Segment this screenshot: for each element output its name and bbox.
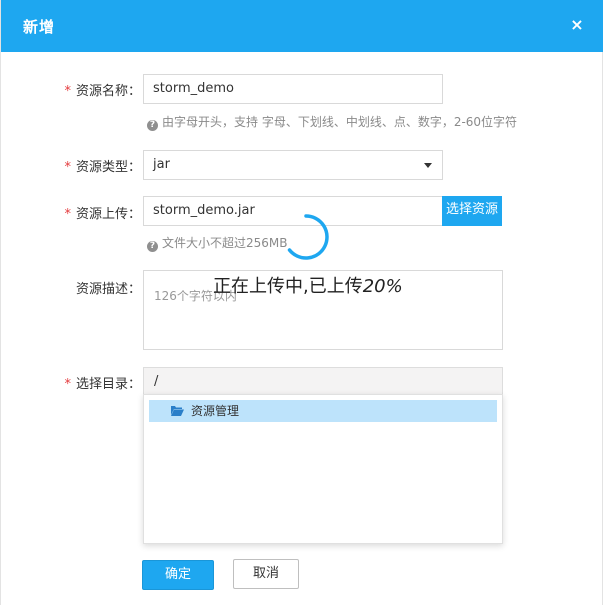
tree-node-label: 资源管理	[191, 404, 240, 418]
name-hint: ? 由字母开头，支持 字母、下划线、中划线、点、数字，2-60位字符	[147, 113, 517, 131]
add-resource-dialog: 新增 × * 资源名称： storm_demo ? 由字母开头，支持 字母、下划线、…	[0, 0, 603, 605]
resource-type-select[interactable]: jar	[143, 150, 443, 180]
required-mark: *	[64, 377, 71, 392]
required-mark: *	[64, 160, 71, 175]
description-label: 资源描述：	[75, 282, 141, 297]
tree-node-resource-management[interactable]: 资源管理	[149, 400, 497, 422]
upload-hint: ? 文件大小不超过256MB	[147, 234, 288, 252]
type-label: * 资源类型：	[64, 160, 141, 175]
loading-spinner-icon	[287, 214, 329, 260]
directory-label: * 选择目录：	[64, 377, 141, 392]
upload-percent: 20%	[362, 276, 403, 297]
question-icon: ?	[147, 120, 158, 131]
dialog-header: 新增 ×	[1, 0, 603, 52]
cancel-button[interactable]: 取消	[233, 559, 299, 589]
folder-open-icon	[171, 406, 184, 416]
directory-tree-panel: 资源管理	[143, 394, 503, 544]
choose-resource-button[interactable]: 选择资源	[442, 196, 502, 226]
resource-name-input[interactable]: storm_demo	[143, 74, 443, 104]
close-icon[interactable]: ×	[570, 16, 584, 34]
directory-select[interactable]: /	[143, 367, 503, 397]
upload-label: * 资源上传：	[64, 207, 141, 222]
question-icon: ?	[147, 241, 158, 252]
dialog-title: 新增	[23, 18, 56, 36]
upload-progress-text: 正在上传中,已上传20%	[213, 276, 403, 297]
required-mark: *	[64, 207, 71, 222]
caret-down-icon	[424, 163, 432, 168]
name-label: * 资源名称：	[64, 84, 141, 99]
confirm-button[interactable]: 确定	[142, 560, 214, 590]
required-mark: *	[64, 84, 71, 99]
